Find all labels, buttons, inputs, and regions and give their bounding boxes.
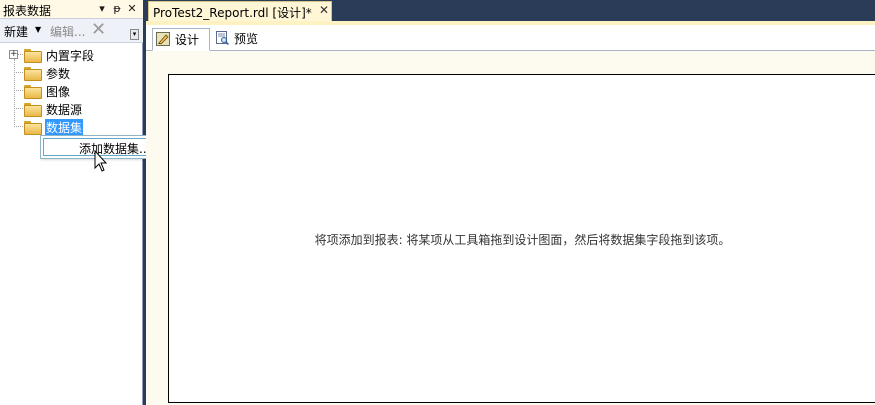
close-panel-icon[interactable]: ✕ (125, 1, 139, 17)
canvas-hint-text: 将项添加到报表: 将某项从工具箱拖到设计图面，然后将数据集字段拖到该项。 (314, 233, 731, 247)
menu-item-label: 添加数据集... (79, 142, 151, 156)
report-canvas[interactable]: 将项添加到报表: 将某项从工具箱拖到设计图面，然后将数据集字段拖到该项。 (168, 74, 875, 403)
view-tab-label: 设计 (175, 33, 200, 47)
report-data-toolbar: 新建 ▼ 编辑... ✕ ▾ (0, 19, 143, 43)
mouse-cursor-icon (94, 150, 108, 172)
tree-connector-line (14, 90, 23, 91)
designer-view-tabs: 设计 预览 (146, 25, 875, 51)
tree-item-label: 数据源 (46, 103, 83, 117)
tree-connector-line (14, 108, 23, 109)
close-tab-icon[interactable]: ✕ (319, 3, 329, 17)
tree-item-label: 参数 (46, 67, 71, 81)
document-tab[interactable]: ProTest2_Report.rdl [设计]* ✕ (148, 1, 332, 21)
preview-icon (216, 31, 229, 45)
folder-icon (24, 121, 42, 135)
view-tab-label: 预览 (234, 32, 259, 46)
pin-icon[interactable]: ᵽ (110, 1, 124, 17)
tree-item-label: 内置字段 (46, 49, 95, 63)
folder-icon (24, 67, 42, 81)
window-position-dropdown-icon[interactable]: ▾ (95, 1, 109, 17)
new-button[interactable]: 新建 (4, 23, 28, 40)
tab-preview[interactable]: 预览 (212, 30, 266, 50)
tree-connector-line (14, 72, 23, 73)
document-tabstrip: ProTest2_Report.rdl [设计]* ✕ (146, 0, 875, 21)
edit-button[interactable]: 编辑... (50, 23, 85, 40)
folder-icon (24, 49, 42, 63)
tree-item-label: 数据集 (45, 119, 84, 136)
report-data-tree: + 内置字段 参数 图像 数据源 数据集 (0, 43, 143, 405)
document-tab-label: ProTest2_Report.rdl [设计]* (153, 6, 312, 20)
design-surface: 将项添加到报表: 将某项从工具箱拖到设计图面，然后将数据集字段拖到该项。 (146, 51, 875, 405)
expand-icon[interactable]: + (9, 50, 18, 59)
tree-connector-line (14, 126, 23, 127)
report-designer: 设计 预览 将项添加到报表: 将某项从工具箱拖到设计图面，然后将数据集字段拖到该… (146, 21, 875, 405)
delete-icon[interactable]: ✕ (91, 19, 106, 40)
new-dropdown-icon[interactable]: ▼ (35, 25, 41, 34)
toolbar-overflow-icon[interactable]: ▾ (130, 29, 139, 40)
tree-item-label: 图像 (46, 85, 71, 99)
tree-connector-line (14, 59, 15, 127)
panel-title: 报表数据 (3, 4, 52, 18)
folder-icon (24, 103, 42, 117)
tab-design[interactable]: 设计 (152, 28, 210, 51)
folder-icon (24, 85, 42, 99)
report-data-titlebar: 报表数据 ▾ ᵽ ✕ (0, 0, 143, 19)
design-icon (156, 32, 170, 46)
report-data-panel: 报表数据 ▾ ᵽ ✕ 新建 ▼ 编辑... ✕ ▾ + 内置字段 参数 图像 数… (0, 0, 143, 405)
